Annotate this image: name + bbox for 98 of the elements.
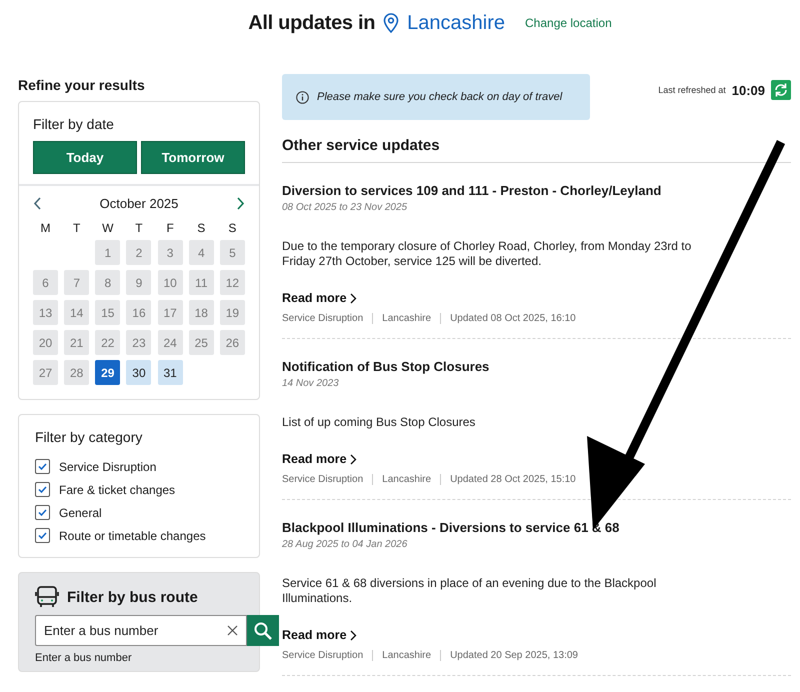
read-more-link[interactable]: Read more (282, 291, 357, 305)
chevron-icon (350, 630, 357, 640)
calendar-day: 27 (33, 360, 58, 385)
bus-icon (35, 585, 59, 609)
checkbox-label: Route or timetable changes (59, 528, 206, 542)
calendar-day: 2 (126, 240, 152, 265)
update-description: Due to the temporary closure of Chorley Road, Chorley, from Monday 23rd to Friday 27th October, service 125 will be diverted. (282, 239, 692, 269)
location-name: Lancashire (407, 12, 506, 34)
update-meta: Service Disruption (282, 650, 364, 661)
card-heading: Filter by bus route (67, 588, 198, 606)
update-meta: Service Disruption (282, 313, 364, 324)
location-pin-icon (383, 13, 400, 33)
update-meta: Updated 20 Sep 2025, 13:09 (440, 650, 587, 661)
refresh-button[interactable] (771, 80, 791, 100)
update-title: Diversion to services 109 and 111 - Preston - Chorley/Leyland (282, 183, 662, 198)
update-dates: 14 Nov 2023 (282, 378, 340, 389)
calendar-day: 26 (220, 330, 245, 355)
update-meta: Lancashire (372, 650, 440, 661)
calendar-day: 25 (188, 330, 214, 355)
calendar-day: 4 (188, 240, 214, 265)
clear-icon[interactable] (227, 625, 238, 636)
field-hint: Enter a bus number (35, 652, 133, 664)
check-icon (38, 486, 47, 493)
change-location-link[interactable]: Change location (525, 16, 612, 30)
checkbox-label: Fare & ticket changes (59, 482, 176, 496)
weekday-label: F (165, 221, 175, 235)
calendar-day: 6 (33, 270, 58, 295)
card-heading: Filter by category (35, 429, 144, 445)
sidebar-heading: Refine your results (18, 77, 146, 93)
search-button[interactable] (247, 615, 279, 646)
calendar-day: 17 (158, 300, 183, 325)
calendar-day: 28 (64, 360, 90, 385)
check-icon (38, 532, 47, 539)
checkbox[interactable] (35, 482, 50, 497)
calendar-day: 20 (33, 330, 58, 355)
checkbox[interactable] (35, 505, 50, 520)
update-description: List of up coming Bus Stop Closures (282, 415, 476, 430)
weekday-label: S (196, 221, 206, 235)
weekday-label: T (72, 221, 82, 235)
section-title: Other service updates (282, 120, 791, 163)
date-button[interactable]: Today (33, 141, 137, 174)
calendar-day: 14 (64, 300, 90, 325)
check-icon (38, 509, 47, 516)
calendar-day: 13 (33, 300, 58, 325)
calendar-day[interactable]: 30 (126, 360, 152, 385)
weekday-label: T (134, 221, 144, 235)
checkbox[interactable] (35, 459, 50, 474)
calendar-day[interactable]: 29 (95, 360, 120, 385)
calendar-day: 12 (220, 270, 245, 295)
calendar-day: 3 (158, 240, 183, 265)
chevron-icon (350, 454, 357, 464)
update-meta: Lancashire (372, 313, 440, 324)
update-description: Service 61 & 68 diversions in place of an evening due to the Blackpool Illuminations. (282, 576, 658, 606)
bus-number-field[interactable]: Enter a bus number (35, 615, 247, 646)
calendar-day: 24 (158, 330, 183, 355)
update-meta: Lancashire (372, 474, 440, 485)
calendar-day: 9 (126, 270, 152, 295)
info-icon (296, 90, 309, 104)
page-title: All updates in (248, 12, 376, 34)
calendar-day: 18 (188, 300, 214, 325)
calendar-day: 10 (158, 270, 183, 295)
weekday-label: M (40, 221, 52, 235)
refresh-time: 10:09 (732, 82, 765, 98)
calendar-day: 23 (126, 330, 152, 355)
calendar-day: 5 (220, 240, 245, 265)
calendar-day: 16 (126, 300, 152, 325)
previous-month-icon[interactable] (33, 197, 42, 210)
read-more-link[interactable]: Read more (282, 628, 357, 642)
card-heading: Filter by date (33, 116, 115, 132)
calendar-day: 19 (220, 300, 245, 325)
weekday-label: W (101, 221, 114, 235)
search-icon (253, 620, 273, 640)
refresh-label: Last refreshed at (658, 85, 726, 95)
calendar-day: 21 (64, 330, 90, 355)
update-dates: 28 Aug 2025 to 04 Jan 2026 (282, 539, 408, 550)
read-more-link[interactable]: Read more (282, 452, 357, 466)
calendar-day: 22 (95, 330, 120, 355)
update-dates: 08 Oct 2025 to 23 Nov 2025 (282, 202, 408, 213)
calendar-day[interactable]: 31 (158, 360, 183, 385)
update-title: Notification of Bus Stop Closures (282, 359, 490, 374)
update-meta: Service Disruption (282, 474, 364, 485)
chevron-icon (350, 292, 357, 304)
checkbox-label: General (59, 506, 102, 520)
checkbox-label: Service Disruption (59, 460, 156, 474)
calendar-day: 1 (95, 240, 120, 265)
calendar-day: 15 (95, 300, 120, 325)
calendar-day: 8 (95, 270, 120, 295)
checkbox[interactable] (35, 528, 50, 543)
calendar-day: 11 (188, 270, 214, 295)
weekday-label: S (227, 221, 238, 235)
update-meta: Updated 28 Oct 2025, 15:10 (440, 474, 585, 485)
calendar-day: 7 (64, 270, 90, 295)
info-message: Please make sure you check back on day of travel (317, 91, 562, 103)
date-button[interactable]: Tomorrow (141, 141, 245, 174)
next-month-icon[interactable] (236, 197, 245, 210)
month-label: October 2025 (100, 196, 178, 211)
check-icon (38, 463, 47, 470)
update-meta: Updated 08 Oct 2025, 16:10 (440, 313, 585, 324)
